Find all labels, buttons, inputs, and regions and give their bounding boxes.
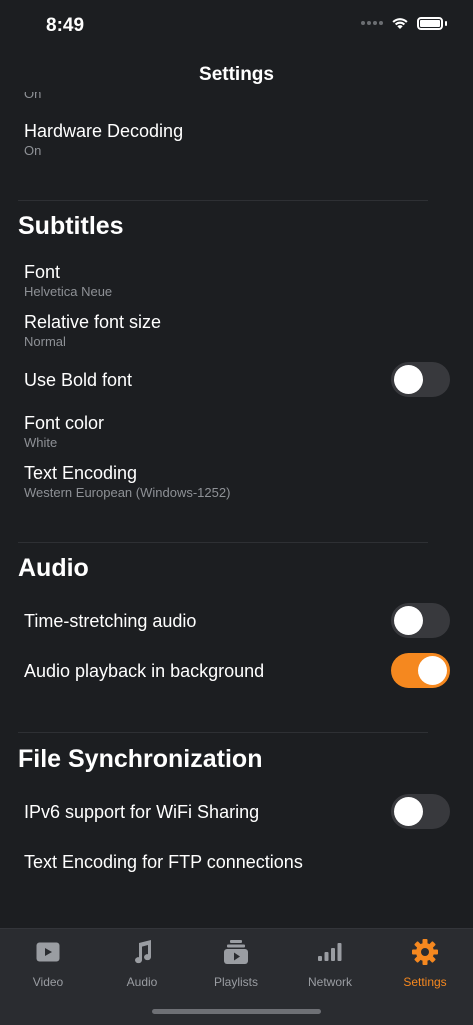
section-title-file-sync: File Synchronization (18, 745, 263, 773)
bold-font-toggle[interactable] (391, 362, 450, 397)
setting-hardware-decoding[interactable]: Hardware Decoding On (24, 120, 183, 159)
toggle-knob (418, 656, 447, 685)
tab-label: Network (307, 975, 352, 989)
setting-audio-background: Audio playback in background (24, 660, 264, 682)
tab-audio[interactable]: Audio (102, 939, 182, 989)
setting-font-color[interactable]: Font color White (24, 412, 104, 451)
toggle-knob (394, 797, 423, 826)
music-note-icon (102, 939, 182, 965)
setting-label: Use Bold font (24, 370, 133, 390)
settings-list[interactable]: On Hardware Decoding On Subtitles Font H… (0, 92, 473, 928)
setting-label: Relative font size (24, 312, 162, 332)
setting-text-encoding[interactable]: Text Encoding Western European (Windows-… (24, 462, 230, 501)
battery-icon (417, 16, 443, 30)
setting-label: Hardware Decoding (24, 121, 184, 141)
tab-playlists[interactable]: Playlists (196, 939, 276, 989)
video-icon (8, 939, 88, 965)
setting-value: Helvetica Neue (24, 284, 113, 299)
network-bars-icon (290, 939, 370, 965)
toggle-knob (394, 606, 423, 635)
time-stretching-toggle[interactable] (391, 603, 450, 638)
section-title-audio: Audio (18, 554, 89, 582)
playlist-icon (196, 939, 276, 965)
section-divider (18, 732, 428, 733)
setting-label: Text Encoding (24, 463, 138, 483)
partially-hidden-value: On (24, 92, 42, 101)
setting-label: IPv6 support for WiFi Sharing (24, 802, 260, 822)
setting-value: White (24, 435, 58, 450)
setting-value: Normal (24, 334, 66, 349)
page-title: Settings (199, 64, 274, 85)
setting-label: Font (24, 262, 61, 282)
tab-label: Playlists (213, 975, 258, 989)
toggle-knob (394, 365, 423, 394)
gear-icon (385, 939, 465, 965)
wifi-icon (392, 18, 408, 29)
setting-time-stretching-audio: Time-stretching audio (24, 610, 196, 632)
tab-settings[interactable]: Settings (385, 939, 465, 989)
setting-ipv6-wifi-sharing: IPv6 support for WiFi Sharing (24, 801, 259, 823)
tab-label: Video (32, 975, 64, 989)
section-divider (18, 200, 428, 201)
setting-label: Time-stretching audio (24, 611, 197, 631)
setting-label: Font color (24, 413, 105, 433)
section-divider (18, 542, 428, 543)
ipv6-toggle[interactable] (391, 794, 450, 829)
setting-value: Western European (Windows-1252) (24, 485, 231, 500)
section-title-subtitles: Subtitles (18, 212, 124, 240)
cellular-signal-icon (361, 21, 383, 25)
audio-background-toggle[interactable] (391, 653, 450, 688)
setting-label: Audio playback in background (24, 661, 265, 681)
home-indicator[interactable] (152, 1009, 321, 1014)
tab-network[interactable]: Network (290, 939, 370, 989)
tab-label: Audio (126, 975, 158, 989)
status-bar: 8:49 (0, 0, 473, 50)
setting-relative-font-size[interactable]: Relative font size Normal (24, 311, 161, 350)
status-icons (361, 16, 447, 30)
tab-label: Settings (403, 975, 447, 989)
setting-use-bold-font: Use Bold font (24, 369, 132, 391)
setting-font[interactable]: Font Helvetica Neue (24, 261, 112, 300)
setting-label: Text Encoding for FTP connections (24, 852, 303, 872)
status-time: 8:49 (46, 15, 85, 36)
setting-ftp-text-encoding[interactable]: Text Encoding for FTP connections (24, 851, 303, 873)
battery-cap (445, 20, 447, 26)
tab-video[interactable]: Video (8, 939, 88, 989)
setting-value: On (24, 143, 42, 158)
